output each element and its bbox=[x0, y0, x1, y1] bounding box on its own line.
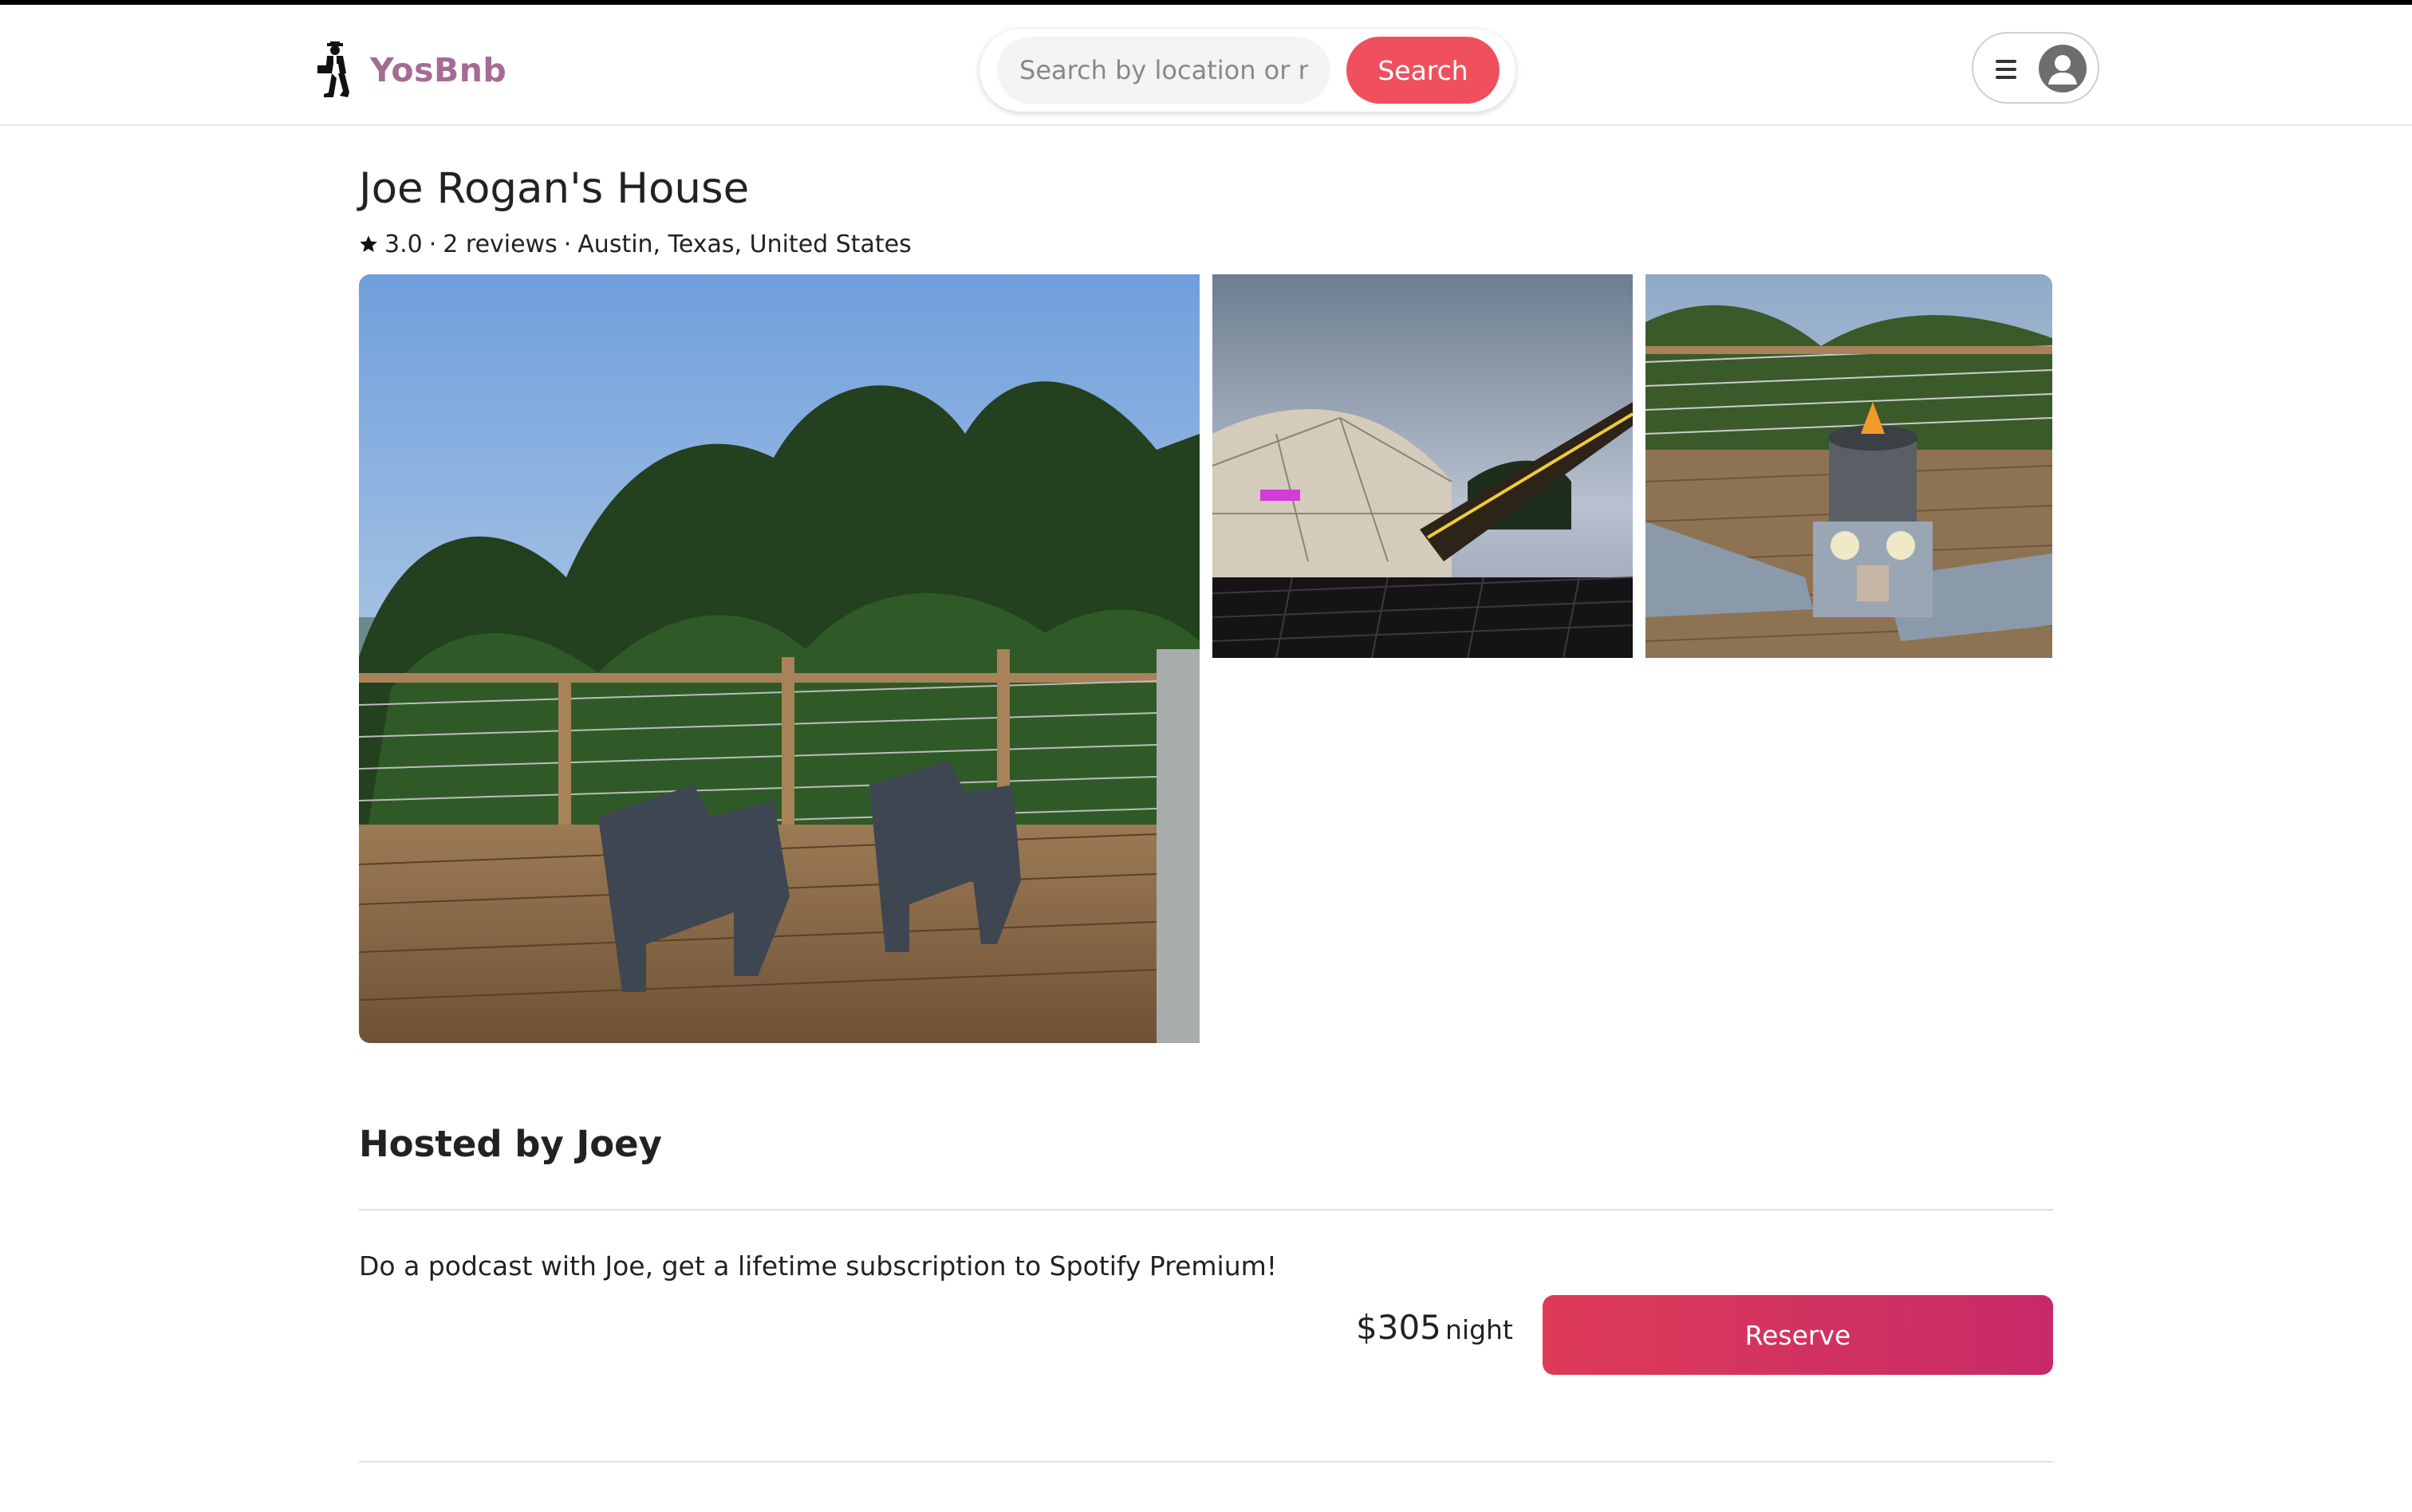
listing-photo-main[interactable] bbox=[359, 274, 1200, 1043]
listing-description: Do a podcast with Joe, get a lifetime su… bbox=[359, 1250, 1277, 1282]
suited-man-logo-icon bbox=[317, 41, 349, 97]
rating-value: 3.0 bbox=[384, 230, 423, 258]
listing-photo-firepit[interactable] bbox=[1645, 274, 2052, 658]
deck-with-two-adirondack-chairs-photo bbox=[359, 274, 1200, 1043]
meta-separator: · bbox=[563, 230, 572, 258]
site-header: YosBnb Search bbox=[0, 5, 2412, 126]
listing-meta: 3.0 · 2 reviews · Austin, Texas, United … bbox=[359, 228, 912, 260]
brand-link[interactable]: YosBnb bbox=[316, 38, 506, 102]
price-amount: $305 bbox=[1356, 1308, 1441, 1347]
reserve-button[interactable]: Reserve bbox=[1543, 1295, 2053, 1375]
meta-separator: · bbox=[428, 230, 437, 258]
search-button[interactable]: Search bbox=[1346, 37, 1500, 104]
geodesic-dome-with-string-lights-photo bbox=[1212, 274, 1633, 658]
fire-pit-table-with-drinks-photo bbox=[1645, 274, 2052, 658]
reviews-link[interactable]: 2 reviews bbox=[443, 230, 557, 258]
price-per-night: $305 night bbox=[1356, 1308, 1513, 1347]
user-menu-button[interactable] bbox=[1972, 32, 2099, 104]
brand-name: YosBnb bbox=[370, 51, 507, 89]
hamburger-menu-icon bbox=[1996, 60, 2016, 79]
listing-location: Austin, Texas, United States bbox=[577, 230, 912, 258]
search-input[interactable] bbox=[997, 37, 1330, 104]
star-icon bbox=[360, 235, 377, 252]
section-divider bbox=[359, 1461, 2053, 1463]
price-unit: night bbox=[1444, 1314, 1513, 1345]
listing-title: Joe Rogan's House bbox=[359, 164, 750, 213]
listing-photo-dome[interactable] bbox=[1212, 274, 1633, 658]
user-avatar-icon bbox=[2039, 45, 2087, 93]
section-divider bbox=[359, 1209, 2053, 1211]
search-bar: Search bbox=[979, 29, 1515, 112]
host-heading: Hosted by Joey bbox=[359, 1123, 662, 1165]
